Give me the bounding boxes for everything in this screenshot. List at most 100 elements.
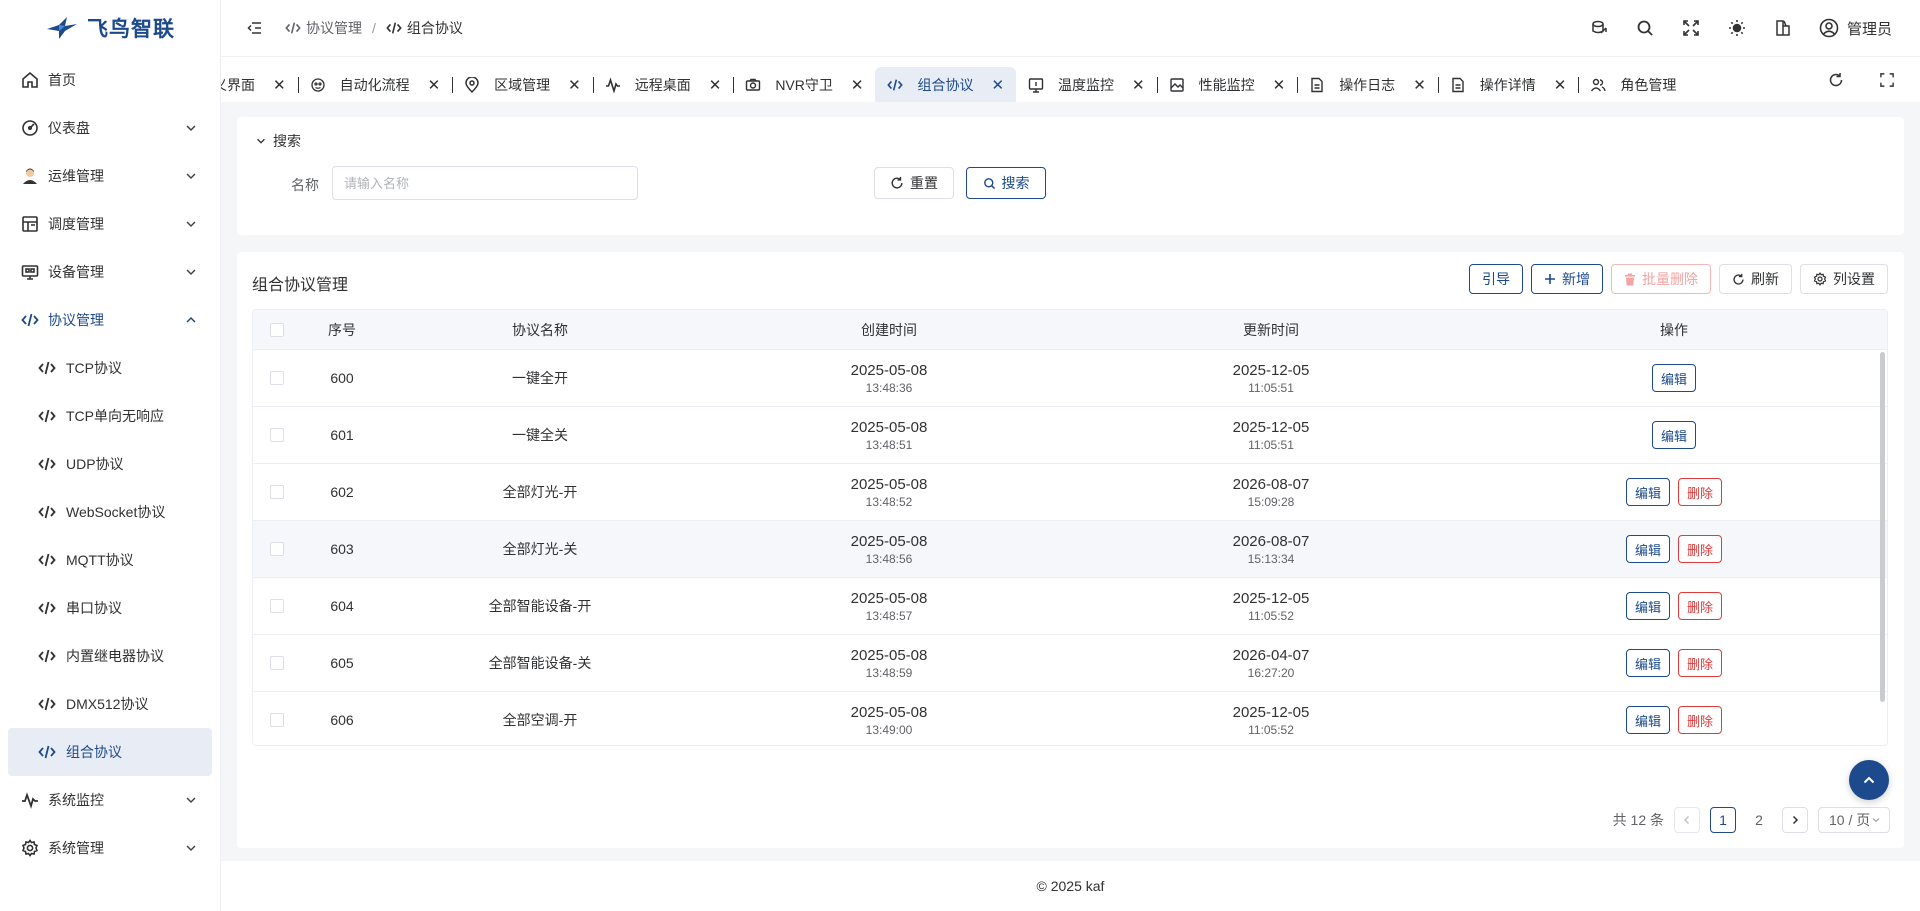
collapse-menu-icon[interactable] (245, 18, 265, 38)
tab-temperature[interactable]: 温度监控 ✕ (1016, 67, 1158, 102)
table-scrollbar[interactable] (1880, 352, 1885, 702)
add-button[interactable]: 新增 (1531, 264, 1603, 294)
column-header-name[interactable]: 协议名称 (383, 320, 697, 340)
translate-icon[interactable] (1589, 18, 1609, 38)
sidebar-item-protocols[interactable]: 协议管理 (0, 296, 220, 344)
column-header-updated[interactable]: 更新时间 (1081, 320, 1461, 340)
sidebar-subitem-udp[interactable]: UDP协议 (0, 440, 220, 488)
search-button[interactable]: 搜索 (966, 167, 1046, 199)
logo[interactable]: 飞鸟智联 (0, 0, 220, 56)
sidebar-subitem-websocket[interactable]: WebSocket协议 (0, 488, 220, 536)
refresh-button[interactable]: 刷新 (1719, 264, 1792, 294)
delete-button[interactable]: 删除 (1678, 706, 1723, 734)
row-checkbox[interactable] (270, 656, 284, 670)
back-to-top-button[interactable] (1849, 760, 1889, 800)
sidebar-item-dashboard[interactable]: 仪表盘 (0, 104, 220, 152)
close-icon[interactable]: ✕ (709, 76, 722, 94)
tab-nvr[interactable]: NVR守卫 ✕ (733, 67, 877, 102)
edit-button[interactable]: 编辑 (1625, 649, 1670, 677)
breadcrumb-item[interactable]: 协议管理 (285, 18, 362, 38)
row-checkbox[interactable] (270, 485, 284, 499)
sidebar-item-monitor[interactable]: 系统监控 (0, 776, 220, 824)
tab-label: 组合协议 (917, 77, 974, 93)
name-search-input[interactable] (332, 166, 638, 200)
tab-automation[interactable]: 自动化流程 ✕ (298, 67, 454, 102)
close-icon[interactable]: ✕ (991, 76, 1004, 94)
sidebar-subitem-tcp[interactable]: TCP协议 (0, 344, 220, 392)
breadcrumb-label: 协议管理 (306, 20, 362, 36)
device-icon (20, 262, 40, 282)
close-icon[interactable]: ✕ (1273, 76, 1286, 94)
row-checkbox[interactable] (270, 428, 284, 442)
row-checkbox[interactable] (270, 542, 284, 556)
table-header: 序号 协议名称 创建时间 更新时间 操作 (253, 310, 1887, 350)
layout-icon[interactable] (1773, 18, 1793, 38)
batch-delete-button[interactable]: 批量删除 (1611, 264, 1711, 294)
cell-updated: 2025-12-05 11:05:51 (1081, 361, 1461, 396)
next-page-button[interactable] (1782, 807, 1808, 833)
delete-button[interactable]: 删除 (1678, 649, 1723, 677)
sidebar-subitem-serial[interactable]: 串口协议 (0, 584, 220, 632)
edit-button[interactable]: 编辑 (1625, 706, 1670, 734)
guide-button[interactable]: 引导 (1469, 264, 1523, 294)
edit-button[interactable]: 编辑 (1625, 535, 1670, 563)
close-icon[interactable]: ✕ (1413, 76, 1426, 94)
sidebar-item-ops[interactable]: 运维管理 (0, 152, 220, 200)
edit-button[interactable]: 编辑 (1651, 421, 1696, 449)
table-title: 组合协议管理 (252, 277, 349, 294)
row-checkbox[interactable] (270, 371, 284, 385)
edit-button[interactable]: 编辑 (1625, 478, 1670, 506)
cell-actions: 编辑 删除 (1461, 592, 1887, 620)
close-icon[interactable]: ✕ (1554, 76, 1567, 94)
search-icon[interactable] (1635, 18, 1655, 38)
tab-custom-ui[interactable]: 定义界面 ✕ (221, 67, 299, 102)
sidebar-subitem-combined[interactable]: 组合协议 (8, 728, 212, 776)
column-header-seq[interactable]: 序号 (301, 320, 383, 340)
page-1-button[interactable]: 1 (1710, 807, 1736, 833)
pulse-icon (20, 790, 40, 810)
sidebar-subitem-mqtt[interactable]: MQTT协议 (0, 536, 220, 584)
row-checkbox[interactable] (270, 713, 284, 727)
select-all-checkbox[interactable] (270, 322, 284, 337)
search-toggle[interactable]: 搜索 (255, 131, 301, 151)
chevron-down-icon (186, 221, 196, 228)
sidebar-item-schedule[interactable]: 调度管理 (0, 200, 220, 248)
close-icon[interactable]: ✕ (428, 76, 441, 94)
tab-combined-protocol[interactable]: 组合协议 ✕ (875, 67, 1017, 102)
delete-button[interactable]: 删除 (1678, 535, 1723, 563)
tab-operation-detail[interactable]: 操作详情 ✕ (1438, 67, 1580, 102)
edit-button[interactable]: 编辑 (1625, 592, 1670, 620)
tab-remote-desktop[interactable]: 远程桌面 ✕ (593, 67, 735, 102)
tab-operation-log[interactable]: 操作日志 ✕ (1297, 67, 1439, 102)
delete-button[interactable]: 删除 (1678, 592, 1723, 620)
sidebar-item-devices[interactable]: 设备管理 (0, 248, 220, 296)
close-icon[interactable]: ✕ (1132, 76, 1145, 94)
close-icon[interactable]: ✕ (851, 76, 864, 94)
column-settings-button[interactable]: 列设置 (1800, 264, 1888, 294)
refresh-icon[interactable] (1827, 71, 1845, 89)
close-icon[interactable]: ✕ (568, 76, 581, 94)
sidebar-item-system[interactable]: 系统管理 (0, 824, 220, 872)
prev-page-button[interactable] (1674, 807, 1700, 833)
reset-button[interactable]: 重置 (874, 167, 954, 199)
tab-area[interactable]: 区域管理 ✕ (452, 67, 594, 102)
document-icon (1309, 77, 1325, 93)
row-checkbox[interactable] (270, 599, 284, 613)
sidebar-subitem-relay[interactable]: 内置继电器协议 (0, 632, 220, 680)
fullscreen-icon[interactable] (1681, 18, 1701, 38)
tab-roles[interactable]: 角色管理 (1578, 67, 1688, 102)
close-icon[interactable]: ✕ (273, 76, 286, 94)
page-2-button[interactable]: 2 (1746, 807, 1772, 833)
column-header-created[interactable]: 创建时间 (697, 320, 1081, 340)
user-menu[interactable]: 管理员 (1819, 18, 1892, 39)
sidebar-subitem-tcp-oneway[interactable]: TCP单向无响应 (0, 392, 220, 440)
fullscreen-icon[interactable] (1878, 71, 1896, 89)
sun-icon[interactable] (1727, 18, 1747, 38)
sidebar-item-home[interactable]: 首页 (0, 56, 220, 104)
cell-actions: 编辑 删除 (1461, 478, 1887, 506)
sidebar-subitem-dmx512[interactable]: DMX512协议 (0, 680, 220, 728)
tab-performance[interactable]: 性能监控 ✕ (1157, 67, 1299, 102)
delete-button[interactable]: 删除 (1678, 478, 1723, 506)
edit-button[interactable]: 编辑 (1651, 364, 1696, 392)
page-size-select[interactable]: 10 / 页 (1818, 807, 1890, 833)
